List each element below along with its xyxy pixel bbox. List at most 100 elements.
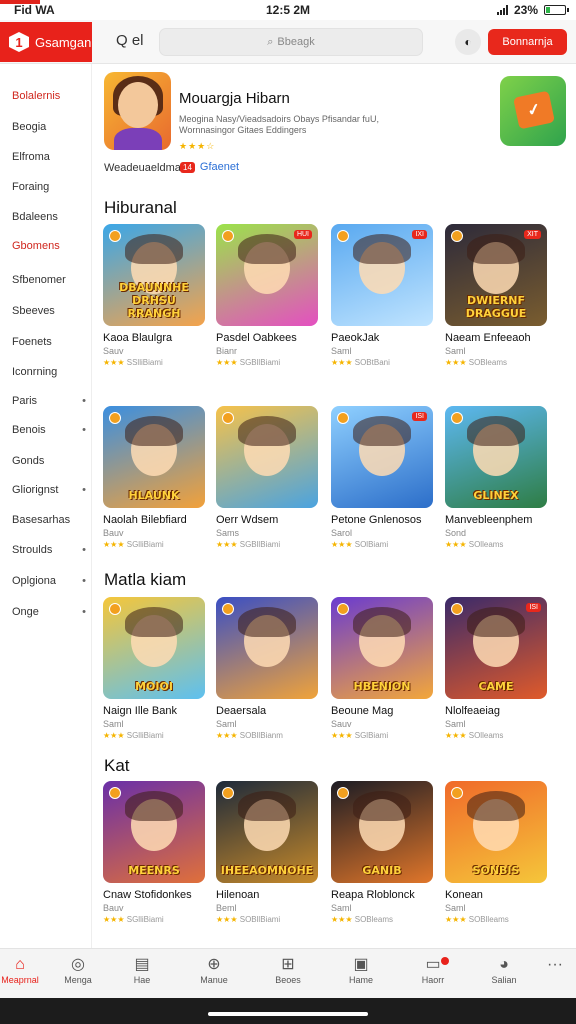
sidebar-item[interactable]: Elfroma <box>12 151 86 163</box>
featured-app-icon[interactable] <box>104 72 171 150</box>
sidebar-item-label: Gonds <box>12 455 45 467</box>
game-tile[interactable]: ISI Petone Gnlenosos Sarol ★★★ SOlBiami <box>331 406 435 549</box>
section-title: Hiburanal <box>104 198 177 217</box>
game-thumbnail[interactable] <box>216 406 318 508</box>
sidebar-item[interactable]: Bdaleens <box>12 211 86 223</box>
home-indicator[interactable] <box>208 1012 368 1016</box>
game-tile[interactable]: HBENION Beoune Mag Sauv ★★★ SGlBiami <box>331 597 435 740</box>
app-header: 1 Gsamgan Q el ⌕ Bbeagk ◐ Bonnarnja <box>0 20 576 64</box>
game-rating: ★★★ SOBleams <box>445 358 549 367</box>
sidebar-item[interactable]: Basesarhas <box>12 514 86 526</box>
game-thumbnail[interactable]: MEENRS <box>103 781 205 883</box>
gift-icon: ⊞ <box>281 956 295 973</box>
game-art-title: HLAUNK <box>128 489 180 502</box>
sidebar-item[interactable]: Iconrning <box>12 366 86 378</box>
game-thumbnail[interactable]: ISI <box>331 406 433 508</box>
nav-item[interactable]: ▭ Haorr <box>405 955 461 985</box>
featured-side-app-icon[interactable]: ✓ <box>500 76 566 146</box>
nav-item[interactable]: ▤ Hae <box>114 955 170 985</box>
sidebar-item-dot: • <box>82 484 86 496</box>
sidebar-item[interactable]: Paris • <box>12 395 86 407</box>
sidebar-item[interactable]: Beogia <box>12 121 86 133</box>
game-thumbnail[interactable]: HBENION <box>331 597 433 699</box>
rating-stars: ★★★ <box>445 915 467 924</box>
cta-button[interactable]: Bonnarnja <box>488 29 567 55</box>
game-rating: ★★★ SOlBiami <box>331 540 435 549</box>
battery-icon <box>544 5 569 15</box>
game-thumbnail-badge-icon <box>222 603 234 615</box>
game-tile[interactable]: DBAUNNHE DRHSU RRANGH Kaoa Blaulgra Sauv ★★… <box>103 224 207 367</box>
sidebar-item-dot: • <box>82 575 86 587</box>
game-tile[interactable]: Oerr Wdsem Sams ★★★ SGBllBiami <box>216 406 320 549</box>
featured-developer[interactable]: Weadeuaeldmar <box>104 162 185 174</box>
nav-item[interactable]: ▣ Hame <box>333 955 389 985</box>
sidebar-item[interactable]: Benois • <box>12 424 86 436</box>
more-icon: ··· <box>547 956 563 973</box>
status-time: 12:5 2M <box>265 3 311 17</box>
game-category: Sauv <box>103 346 124 356</box>
game-tile[interactable]: XIT DWIERNF DRAGGUE Naeam Enfeeaoh Saml ★★★ … <box>445 224 549 367</box>
rating-stars: ★★★ <box>216 358 238 367</box>
nav-item[interactable]: ⌂ Meaprnal <box>0 955 48 985</box>
game-thumbnail[interactable]: GANIB <box>331 781 433 883</box>
nav-item[interactable]: ⊕ Manue <box>186 955 242 985</box>
game-category: Beml <box>216 903 237 913</box>
game-tile[interactable]: GLINEX Manvebleenphem Sond ★★★ SOlleams <box>445 406 549 549</box>
game-thumbnail[interactable]: HLAUNK <box>103 406 205 508</box>
sidebar-item[interactable]: Foenets <box>12 336 86 348</box>
sidebar-item[interactable]: Gbomens <box>12 240 86 252</box>
featured-badge[interactable]: 14 Gfaenet <box>180 161 239 173</box>
game-art-title: HBENION <box>353 680 411 693</box>
nav-item[interactable]: ◕ Salian <box>476 955 532 985</box>
game-art-title: GLINEX <box>473 489 519 502</box>
game-thumbnail[interactable]: ISI CAME <box>445 597 547 699</box>
game-thumbnail-badge-icon <box>451 230 463 242</box>
sidebar-item[interactable]: Sbeeves <box>12 305 86 317</box>
sidebar-item[interactable]: Foraing <box>12 181 86 193</box>
rating-stars: ★★★ <box>331 358 353 367</box>
game-tile[interactable]: IHEEAOMNOHE Hilenoan Beml ★★★ SOBllBiami <box>216 781 320 924</box>
game-thumbnail[interactable] <box>216 597 318 699</box>
sidebar-item[interactable]: Sfbenomer <box>12 274 86 286</box>
search-toggle[interactable]: Q el <box>116 32 144 49</box>
sidebar-item[interactable]: Gliorignst • <box>12 484 86 496</box>
game-tile[interactable]: IXI PaeokJak Saml ★★★ SOBtBani <box>331 224 435 367</box>
sidebar-item[interactable]: Stroulds • <box>12 544 86 556</box>
circle-icon[interactable]: ◐ <box>455 29 481 55</box>
game-thumbnail[interactable]: IHEEAOMNOHE <box>216 781 318 883</box>
game-art-title: IHEEAOMNOHE <box>220 864 314 877</box>
game-thumbnail[interactable]: XIT DWIERNF DRAGGUE <box>445 224 547 326</box>
game-tag: HUI <box>293 230 312 239</box>
badge-number: 14 <box>180 161 195 173</box>
game-thumbnail-badge-icon <box>222 412 234 424</box>
sidebar-item[interactable]: Gonds <box>12 455 86 467</box>
game-tile[interactable]: GANIB Reapa Rloblonck Saml ★★★ SOBleams <box>331 781 435 924</box>
sidebar-item[interactable]: Onge • <box>12 606 86 618</box>
sidebar-item[interactable]: Bolalernis <box>12 90 86 102</box>
game-tile[interactable]: Deaersala Saml ★★★ SOBllBianm <box>216 597 320 740</box>
sidebar-item-dot: • <box>82 395 86 407</box>
rating-text: SGBllBiami <box>239 358 281 367</box>
game-thumbnail[interactable]: MOIOI <box>103 597 205 699</box>
nav-item-label: Beoes <box>275 975 301 985</box>
nav-item[interactable]: ··· <box>527 955 576 975</box>
game-tile[interactable]: MOIOI Naign Ille Bank Saml ★★★ SGlliBiami <box>103 597 207 740</box>
game-thumbnail[interactable]: SONBIS <box>445 781 547 883</box>
game-thumbnail[interactable]: HUI <box>216 224 318 326</box>
nav-item[interactable]: ◎ Menga <box>50 955 106 985</box>
search-input[interactable]: ⌕ Bbeagk <box>159 28 423 56</box>
game-thumbnail[interactable]: DBAUNNHE DRHSU RRANGH <box>103 224 205 326</box>
sidebar-item[interactable]: Oplgiona • <box>12 575 86 587</box>
game-thumbnail[interactable]: GLINEX <box>445 406 547 508</box>
game-thumbnail[interactable]: IXI <box>331 224 433 326</box>
game-tile[interactable]: ISI CAME Nlolfeaeiag Saml ★★★ SOlleams <box>445 597 549 740</box>
nav-item[interactable]: ⊞ Beoes <box>260 955 316 985</box>
game-tile[interactable]: SONBIS Konean Saml ★★★ SOBlleams <box>445 781 549 924</box>
featured-title[interactable]: Mouargja Hibarn <box>179 90 290 107</box>
app-logo[interactable]: 1 Gsamgan <box>0 22 92 62</box>
game-tile[interactable]: HLAUNK Naolah Bilebfiard Bauv ★★★ SGlliBiam… <box>103 406 207 549</box>
game-art-title: GANIB <box>362 864 402 877</box>
sidebar-item-dot: • <box>82 544 86 556</box>
game-tile[interactable]: HUI Pasdel Oabkees Bianr ★★★ SGBllBiami <box>216 224 320 367</box>
game-tile[interactable]: MEENRS Cnaw Stofidonkes Bauv ★★★ SGlliBiami <box>103 781 207 924</box>
